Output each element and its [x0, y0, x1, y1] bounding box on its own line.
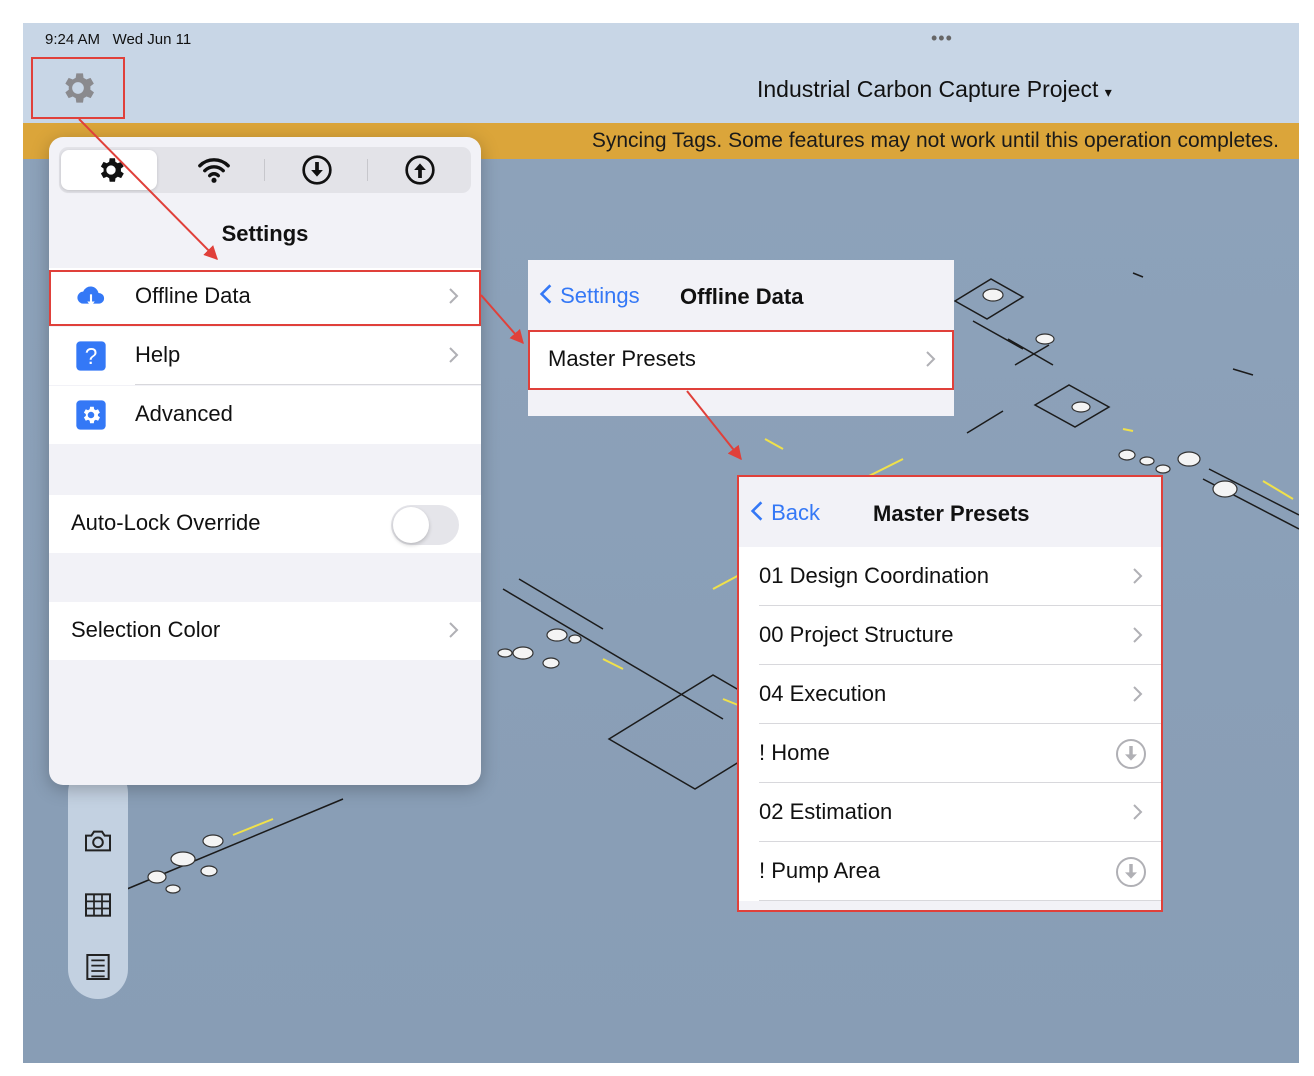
side-toolbar: [68, 763, 128, 999]
settings-tab-control: [59, 147, 471, 193]
download-circle-icon[interactable]: [1115, 856, 1147, 888]
master-presets-panel: Back Master Presets 01 Design Coordinati…: [737, 475, 1163, 912]
sidebar-item-label: Help: [135, 342, 181, 367]
sidebar-item-label: Advanced: [135, 401, 233, 426]
settings-title: Settings: [221, 221, 309, 246]
list-item-label: 01 Design Coordination: [759, 563, 989, 588]
header-bar: 9:24 AM Wed Jun 11 ••• Industrial Carbon…: [23, 23, 1299, 123]
app-window: 9:24 AM Wed Jun 11 ••• Industrial Carbon…: [23, 23, 1299, 1063]
settings-item-selection-color[interactable]: Selection Color: [49, 602, 481, 660]
question-icon: ?: [76, 341, 106, 371]
selection-color-label: Selection Color: [71, 617, 221, 642]
tab-settings[interactable]: [59, 150, 162, 190]
list-item-label: ! Pump Area: [759, 858, 881, 883]
multitask-dots[interactable]: •••: [931, 28, 953, 49]
camera-icon[interactable]: [82, 825, 114, 857]
download-circle-icon[interactable]: [1115, 738, 1147, 770]
chevron-right-icon: [449, 622, 459, 638]
offline-data-title: Offline Data: [680, 284, 804, 309]
tab-wifi[interactable]: [162, 150, 265, 190]
settings-button[interactable]: [31, 57, 125, 119]
highlight-master-presets: [528, 330, 954, 390]
gear-icon: [76, 400, 106, 430]
settings-item-help[interactable]: ? Help: [49, 327, 481, 385]
project-selector[interactable]: Industrial Carbon Capture Project ▾: [757, 76, 1112, 103]
back-to-settings-button[interactable]: Settings: [538, 282, 640, 309]
list-item[interactable]: 04 Execution: [739, 665, 1161, 724]
list-item[interactable]: 01 Design Coordination: [739, 547, 1161, 606]
list-item-label: 02 Estimation: [759, 799, 893, 824]
back-button[interactable]: Back: [749, 499, 820, 526]
master-presets-title: Master Presets: [873, 501, 1030, 526]
list-item-label: 00 Project Structure: [759, 622, 954, 647]
settings-item-advanced[interactable]: Advanced: [49, 386, 481, 444]
chevron-right-icon: [1133, 686, 1143, 702]
chevron-right-icon: [1133, 804, 1143, 820]
chevron-right-icon: [1133, 568, 1143, 584]
chevron-left-icon: [750, 501, 763, 521]
highlight-offline-data: [49, 270, 481, 326]
chevron-left-icon: [539, 284, 552, 304]
auto-lock-row: Auto-Lock Override: [49, 495, 481, 553]
gear-icon: [100, 158, 124, 182]
chevron-right-icon: [449, 347, 459, 363]
settings-popover: Settings Offline Data ? Help Advanced Au…: [49, 137, 481, 785]
upload-circle-icon: [404, 155, 435, 185]
list-item[interactable]: 00 Project Structure: [739, 606, 1161, 665]
status-time: 9:24 AM Wed Jun 11: [45, 31, 192, 48]
gear-icon: [65, 73, 94, 103]
offline-data-panel: Settings Offline Data Master Presets: [528, 260, 954, 416]
sync-banner-text: Syncing Tags. Some features may not work…: [591, 129, 1279, 152]
list-item-label: 04 Execution: [759, 681, 887, 706]
svg-text:?: ?: [85, 343, 98, 369]
floorplan-icon[interactable]: [82, 951, 114, 983]
tab-upload[interactable]: [368, 150, 471, 190]
grid-icon[interactable]: [82, 889, 114, 921]
list-item[interactable]: ! Pump Area: [739, 842, 1161, 901]
list-item-label: ! Home: [759, 740, 830, 765]
chevron-right-icon: [1133, 627, 1143, 643]
list-item[interactable]: 02 Estimation: [739, 783, 1161, 842]
download-circle-icon: [301, 155, 332, 185]
list-item[interactable]: ! Home: [739, 724, 1161, 783]
auto-lock-toggle[interactable]: [391, 505, 459, 545]
auto-lock-label: Auto-Lock Override: [71, 510, 261, 535]
wifi-icon: [197, 158, 230, 183]
tab-download[interactable]: [265, 150, 368, 190]
